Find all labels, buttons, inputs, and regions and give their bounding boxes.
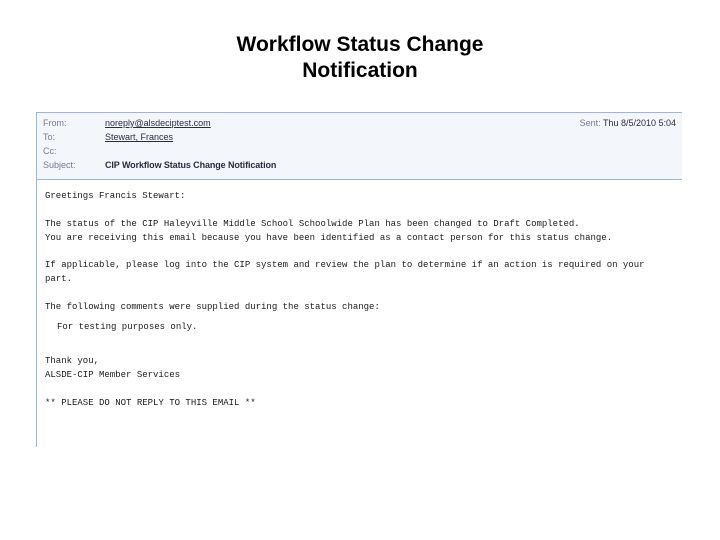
email-body: Greetings Francis Stewart: The status of… — [37, 180, 682, 417]
body-thank-you: Thank you, — [45, 356, 99, 366]
body-comments-intro: The following comments were supplied dur… — [45, 302, 380, 312]
subject-value: CIP Workflow Status Change Notification — [105, 159, 676, 173]
body-greeting: Greetings Francis Stewart: — [45, 191, 185, 201]
body-no-reply: ** PLEASE DO NOT REPLY TO THIS EMAIL ** — [45, 398, 256, 408]
from-value[interactable]: noreply@alsdeciptest.com — [105, 117, 580, 131]
from-label: From: — [43, 117, 105, 131]
cc-label: Cc: — [43, 145, 105, 159]
email-header: From: noreply@alsdeciptest.com Sent: Thu… — [37, 113, 682, 180]
sent-label: Sent: — [580, 118, 601, 128]
sent-value: Thu 8/5/2010 5:04 — [603, 118, 676, 128]
to-label: To: — [43, 131, 105, 145]
email-panel: From: noreply@alsdeciptest.com Sent: Thu… — [36, 112, 682, 447]
slide-title: Workflow Status Change Notification — [0, 32, 720, 85]
body-status-line: The status of the CIP Haleyville Middle … — [45, 219, 580, 229]
body-comments: For testing purposes only. — [51, 321, 674, 335]
to-value[interactable]: Stewart, Frances — [105, 131, 676, 145]
body-signature: ALSDE-CIP Member Services — [45, 370, 180, 380]
subject-label: Subject: — [43, 159, 105, 173]
body-reason-line: You are receiving this email because you… — [45, 233, 612, 243]
body-action-line: If applicable, please log into the CIP s… — [45, 260, 650, 284]
